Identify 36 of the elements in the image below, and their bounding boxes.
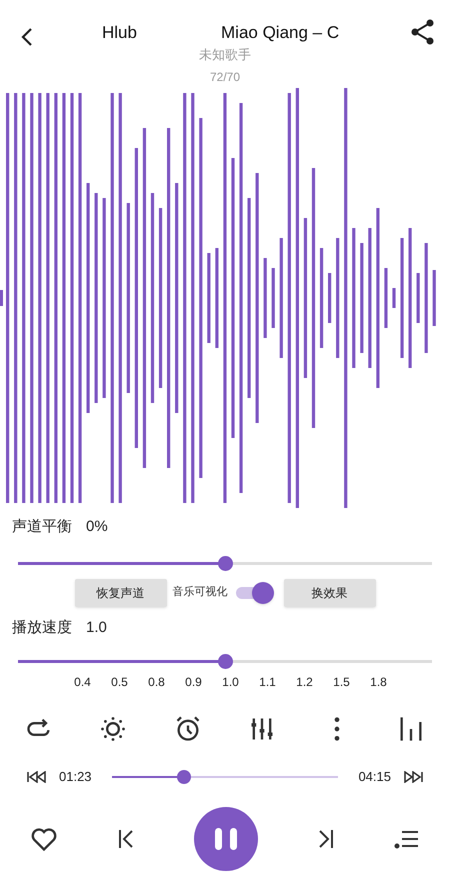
speed-tick[interactable]: 1.8	[360, 673, 397, 691]
visualize-switch[interactable]	[234, 582, 274, 604]
restore-channel-button[interactable]: 恢复声道	[74, 578, 166, 606]
speed-tick[interactable]: 0.8	[138, 673, 175, 691]
back-icon[interactable]	[19, 27, 35, 47]
playlist-icon[interactable]	[394, 828, 420, 850]
speed-tick[interactable]: 1.0	[212, 673, 249, 691]
progress-slider[interactable]	[112, 769, 338, 785]
brightness-icon[interactable]	[99, 715, 128, 743]
speed-tick[interactable]: 0.4	[64, 673, 101, 691]
next-icon[interactable]	[317, 828, 335, 850]
speed-tick[interactable]: 1.1	[249, 673, 286, 691]
balance-value: 0%	[86, 517, 108, 537]
speed-tick[interactable]: 1.5	[323, 673, 360, 691]
skip-back-icon[interactable]	[27, 771, 47, 783]
slider-thumb[interactable]	[218, 556, 233, 570]
song-title: Miao Qiang – C	[221, 22, 340, 44]
speed-tick[interactable]: 0.5	[101, 673, 138, 691]
slider-thumb[interactable]	[218, 654, 233, 669]
change-effect-button[interactable]: 换效果	[284, 578, 376, 606]
speed-label: 播放速度	[12, 618, 72, 638]
total-time: 04:15	[358, 768, 391, 786]
balance-label: 声道平衡	[12, 517, 72, 537]
song-title: Hlub	[102, 22, 137, 44]
previous-icon[interactable]	[117, 828, 135, 850]
speed-tick[interactable]: 0.9	[175, 673, 212, 691]
share-icon[interactable]	[411, 19, 435, 45]
speed-tick[interactable]: 1.2	[286, 673, 323, 691]
track-counter: 72/70	[208, 69, 242, 86]
visualize-label: 音乐可视化	[172, 584, 228, 600]
elapsed-time: 01:23	[59, 768, 92, 786]
skip-forward-icon[interactable]	[403, 771, 423, 783]
progress-thumb[interactable]	[177, 770, 192, 784]
speed-value: 1.0	[86, 618, 107, 638]
artist-name: 未知歌手	[198, 46, 252, 64]
heart-icon[interactable]	[30, 826, 58, 852]
